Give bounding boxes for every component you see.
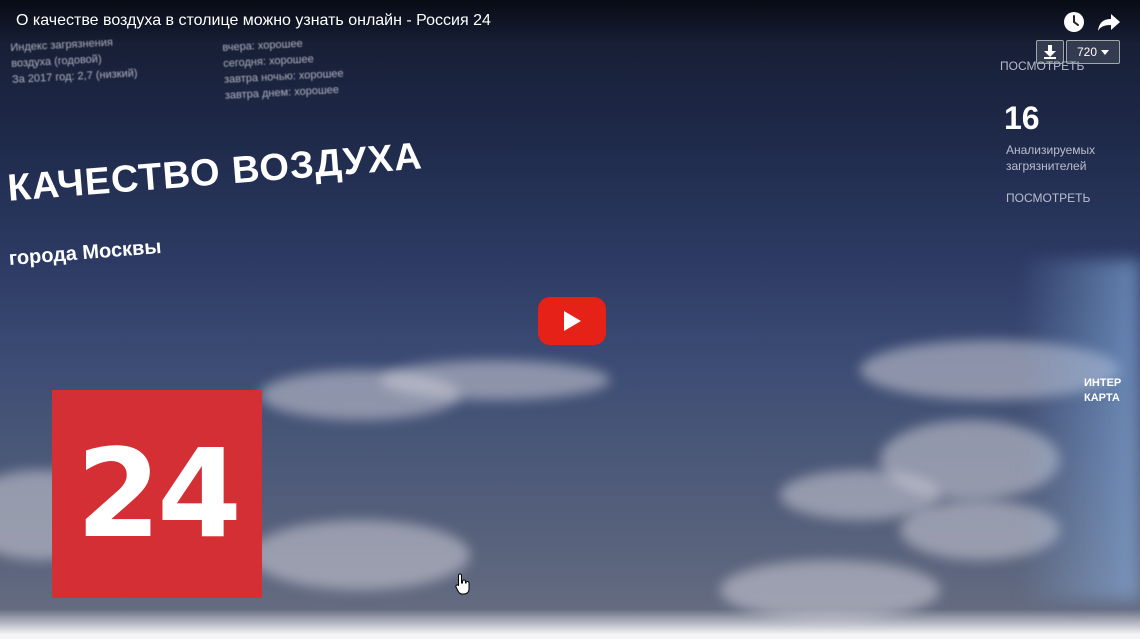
video-title[interactable]: О качестве воздуха в столице можно узнат… <box>16 12 491 30</box>
clock-icon[interactable] <box>1062 10 1086 34</box>
info-line: загрязнителей <box>1006 159 1087 173</box>
share-arrow-icon[interactable] <box>1096 10 1122 34</box>
logo-text: 24 <box>76 423 242 565</box>
mid-info-block: вчера: хорошее сегодня: хорошее завтра н… <box>222 34 345 104</box>
info-line: ПОСМОТРЕТЬ <box>1006 191 1091 205</box>
play-icon <box>564 311 581 331</box>
rossiya24-logo: 24 <box>52 390 262 598</box>
quality-label: 720 <box>1076 45 1098 59</box>
info-line: Анализируемых <box>1006 143 1096 157</box>
quality-selector[interactable]: 720 <box>1066 40 1120 64</box>
map-label: ИНТЕР КАРТА <box>1084 376 1121 406</box>
graphic-headline: КАЧЕСТВО ВОЗДУХА <box>6 135 424 210</box>
video-player[interactable]: Индекс загрязнения воздуха (годовой) За … <box>0 0 1140 639</box>
chevron-down-icon <box>1101 49 1110 55</box>
graphic-subheadline: города Москвы <box>8 235 163 270</box>
map-label-line: КАРТА <box>1084 392 1120 404</box>
stat-number: 16 <box>1004 100 1040 136</box>
play-button[interactable] <box>538 297 606 345</box>
map-label-line: ИНТЕР <box>1084 377 1122 389</box>
hand-pointer-icon <box>455 573 470 595</box>
title-bar: О качестве воздуха в столице можно узнат… <box>0 0 1140 44</box>
bottom-overlay-strip <box>0 609 1140 639</box>
download-arrow-icon <box>1044 45 1056 59</box>
right-info-block: Анализируемых загрязнителей ПОСМОТРЕТЬ <box>1006 142 1095 206</box>
download-button[interactable] <box>1036 40 1064 64</box>
